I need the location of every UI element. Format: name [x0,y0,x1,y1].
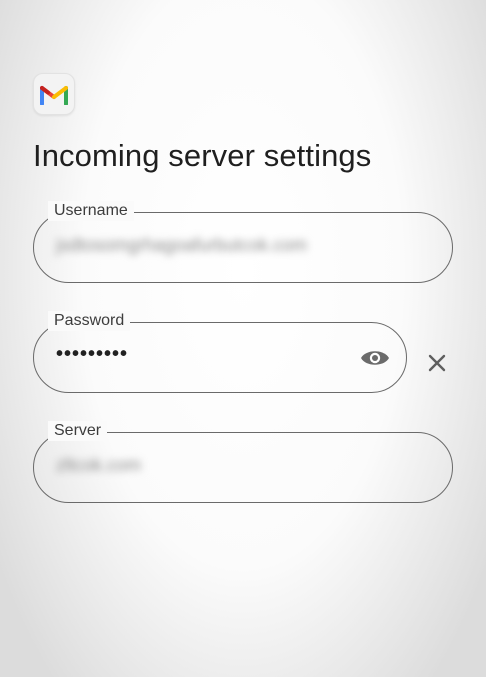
server-value: zltcok.com [56,455,142,475]
username-label: Username [48,201,134,221]
page-title: Incoming server settings [33,138,372,173]
password-value: ••••••••• [56,343,129,365]
close-icon[interactable] [423,349,451,377]
password-label: Password [48,311,131,331]
gmail-logo-icon [33,73,75,115]
password-field[interactable]: Password ••••••••• [33,311,407,393]
server-field[interactable]: Server zltcok.com [33,421,453,503]
server-label: Server [48,421,108,441]
username-field[interactable]: Username jsdtosomgrhagoafurbutcok.com [33,201,453,283]
username-value: jsdtosomgrhagoafurbutcok.com [56,235,308,255]
eye-icon[interactable] [358,342,392,374]
